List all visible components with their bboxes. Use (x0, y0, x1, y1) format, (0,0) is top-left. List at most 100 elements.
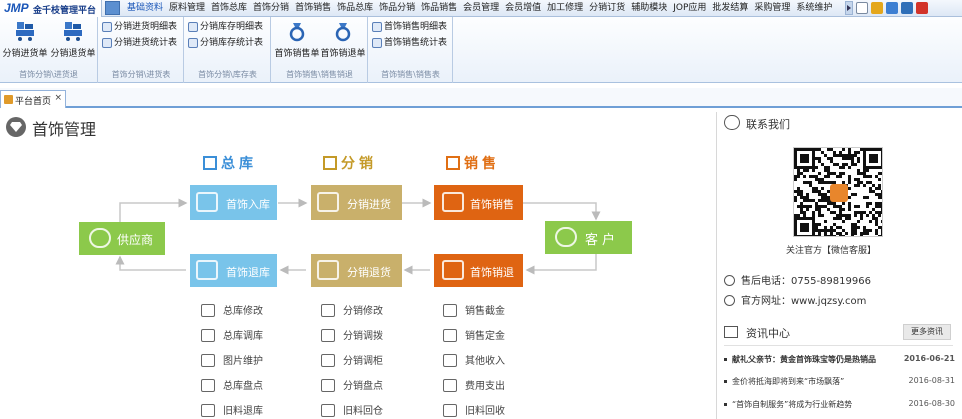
sub-action-label: 销售截金 (465, 306, 505, 317)
sub-action-sales-deposit[interactable]: 销售定金 (443, 327, 505, 342)
sub-action-label: 图片维护 (223, 356, 263, 367)
sub-action-old-material-back[interactable]: 旧料回仓 (321, 402, 383, 417)
cart-icon (317, 192, 339, 212)
transfer-icon (321, 329, 335, 342)
news-item[interactable]: “首饰自制服务”将成为行业新趋势 2016-08-30 (724, 398, 955, 412)
website-label: 官方网址： (741, 296, 791, 307)
money-bag-icon (443, 329, 457, 342)
news-item-date: 2016-08-31 (908, 376, 956, 385)
home-icon (201, 379, 215, 392)
website-link[interactable]: www.jqzsy.com (791, 296, 866, 307)
menu-item-purchase[interactable]: 采购管理 (751, 0, 793, 17)
jewelry-sale-return-node[interactable]: 首饰销退 (434, 254, 523, 287)
sub-action-label: 旧料回收 (465, 406, 505, 417)
window-controls (856, 2, 931, 14)
news-title: 资讯中心 (746, 327, 790, 340)
contact-phone: 售后电话：0755-89819966 (724, 272, 871, 287)
collapse-icon[interactable] (856, 2, 868, 14)
jewelry-return-stock-label: 首饰退库 (226, 266, 270, 279)
news-item-date: 2016-08-30 (908, 399, 956, 408)
customer-node[interactable]: 客户 (545, 221, 632, 254)
phone-number: 0755-89819966 (791, 276, 871, 287)
sub-action-warehouse-transfer[interactable]: 总库调库 (201, 327, 263, 342)
transfer-icon (201, 329, 215, 342)
sub-action-warehouse-edit[interactable]: 总库修改 (201, 302, 263, 317)
cart-icon (317, 260, 339, 280)
news-separator (724, 345, 953, 346)
coin-icon (443, 354, 457, 367)
category-warehouse: 总库 (203, 153, 257, 173)
category-sales-label: 销售 (464, 156, 500, 172)
sub-action-image-maintain[interactable]: 图片维护 (201, 352, 263, 367)
receipt-icon (442, 192, 464, 212)
news-item-date: 2016-06-21 (903, 354, 955, 363)
calculator-icon (443, 379, 457, 392)
sub-action-old-material-return[interactable]: 旧料退库 (201, 402, 263, 417)
category-distribution: 分销 (323, 153, 377, 173)
home-icon (321, 404, 335, 417)
chat-icon (724, 115, 740, 130)
sub-action-dist-counter[interactable]: 分销调柜 (321, 352, 383, 367)
sub-action-label: 总库调库 (223, 331, 263, 342)
sub-action-sales-gold-cut[interactable]: 销售截金 (443, 302, 505, 317)
sales-chart-icon (446, 156, 460, 170)
jewelry-in-stock-node[interactable]: 首饰入库 (190, 185, 277, 220)
more-news-button[interactable]: 更多资讯 (903, 324, 951, 340)
jewelry-sale-return-label: 首饰销退 (470, 266, 514, 279)
close-icon[interactable] (916, 2, 928, 14)
category-distribution-label: 分销 (341, 156, 377, 172)
sub-action-label: 分销盘点 (343, 381, 383, 392)
return-icon (201, 404, 215, 417)
ring-icon (89, 228, 111, 248)
bullet (724, 358, 727, 361)
jewelry-in-stock-label: 首饰入库 (226, 198, 270, 211)
jewelry-return-stock-node[interactable]: 首饰退库 (190, 254, 277, 287)
sub-action-label: 总库盘点 (223, 381, 263, 392)
news-item[interactable]: 金价将抵海即将到来“市场飘落” 2016-08-31 (724, 375, 955, 389)
help-icon[interactable] (901, 2, 913, 14)
menu-item-system[interactable]: 系统维护 (793, 0, 835, 17)
edit-icon (321, 304, 335, 317)
category-sales: 销售 (446, 153, 500, 173)
sub-action-expense[interactable]: 费用支出 (443, 377, 505, 392)
jewelry-sale-node[interactable]: 首饰销售 (434, 185, 523, 220)
customer-icon (555, 227, 577, 247)
sub-action-warehouse-inventory[interactable]: 总库盘点 (201, 377, 263, 392)
customer-label: 客户 (585, 233, 620, 248)
receipt-icon (442, 260, 464, 280)
sub-action-label: 旧料回仓 (343, 406, 383, 417)
panel-divider (716, 112, 717, 419)
news-item[interactable]: 献礼父亲节：黄金首饰珠宝等仍是热销品 2016-06-21 (724, 353, 955, 367)
dist-return-node[interactable]: 分销退货 (311, 254, 402, 287)
building-icon (196, 260, 218, 280)
jewelry-sale-label: 首饰销售 (470, 198, 514, 211)
sub-action-other-income[interactable]: 其他收入 (443, 352, 505, 367)
user-icon[interactable] (886, 2, 898, 14)
sub-action-label: 费用支出 (465, 381, 505, 392)
lock-icon[interactable] (871, 2, 883, 14)
news-item-title: “首饰自制服务”将成为行业新趋势 (732, 400, 853, 409)
sub-action-old-material-recycle[interactable]: 旧料回收 (443, 402, 505, 417)
recycle-icon (443, 404, 457, 417)
qr-caption: 关注官方【微信客服】 (786, 246, 877, 256)
scale-icon (443, 304, 457, 317)
sub-action-dist-edit[interactable]: 分销修改 (321, 302, 383, 317)
warehouse-icon (203, 156, 217, 170)
inventory-icon (321, 379, 335, 392)
sub-action-dist-allocate[interactable]: 分销调拨 (321, 327, 383, 342)
sub-action-label: 分销调柜 (343, 356, 383, 367)
phone-label: 售后电话： (741, 276, 791, 287)
sub-action-dist-inventory[interactable]: 分销盘点 (321, 377, 383, 392)
bullet (724, 403, 727, 406)
distribution-icon (323, 156, 337, 170)
supplier-node[interactable]: 供应商 (79, 222, 165, 255)
contact-website: 官方网址：www.jqzsy.com (724, 292, 866, 307)
news-item-title: 献礼父亲节：黄金首饰珠宝等仍是热销品 (732, 355, 876, 364)
dist-purchase-node[interactable]: 分销进货 (311, 185, 402, 220)
news-icon (724, 326, 738, 338)
image-icon (201, 354, 215, 367)
sub-action-label: 旧料退库 (223, 406, 263, 417)
qr-logo-icon (830, 184, 848, 202)
menu-scroll-right-icon[interactable] (845, 1, 853, 15)
counter-icon (321, 354, 335, 367)
